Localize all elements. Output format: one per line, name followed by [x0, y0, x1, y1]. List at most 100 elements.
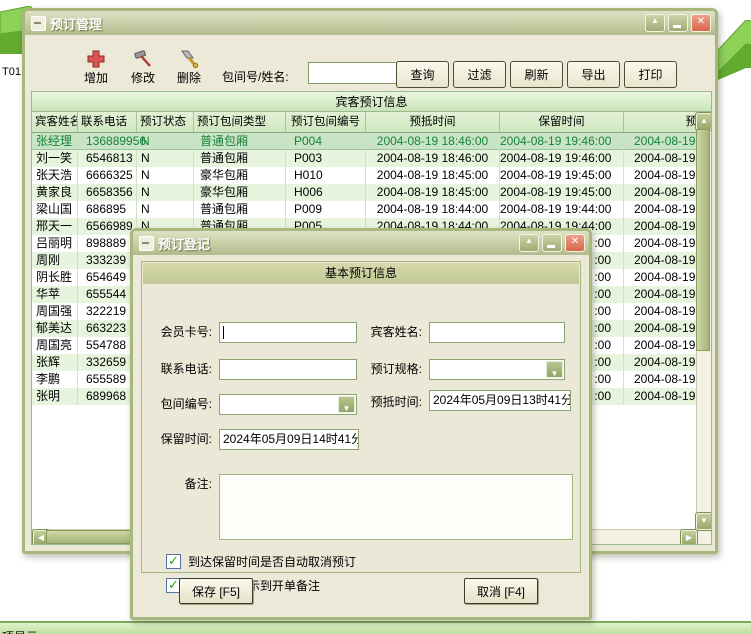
close-button[interactable]: [691, 14, 711, 32]
taskbar[interactable]: 项显示: [0, 621, 751, 634]
desktop-icon-label[interactable]: T01: [2, 66, 21, 78]
cell-arrive: 2004-08-19 18:46:00: [366, 150, 500, 167]
save-button[interactable]: 保存 [F5]: [179, 578, 253, 604]
vertical-scrollbar-thumb[interactable]: [696, 129, 710, 351]
modify-label: 修改: [131, 71, 155, 85]
cell-arrive: 2004-08-19 18:44:00: [366, 201, 500, 218]
cell-type: 豪华包厢: [194, 167, 286, 184]
main-titlebar[interactable]: 预订管理: [25, 11, 715, 35]
hammer-icon: [133, 49, 153, 69]
dialog-titlebar[interactable]: 预订登记: [133, 231, 589, 255]
table-row[interactable]: 黄家良6658356N豪华包厢H0062004-08-19 18:45:0020…: [32, 184, 712, 201]
member-card-field[interactable]: [219, 322, 357, 343]
guest-name-label: 宾客姓名:: [360, 322, 422, 343]
cell-phone: 6566989: [78, 218, 137, 235]
col-header-arrive-time[interactable]: 预抵时间: [366, 112, 500, 132]
col-header-guest-name[interactable]: 宾客姓名: [32, 112, 78, 132]
cancel-button[interactable]: 取消 [F4]: [464, 578, 538, 604]
auto-cancel-checkbox[interactable]: [166, 554, 181, 569]
hold-time-field[interactable]: 2024年05月09日14时41分: [219, 429, 359, 450]
cell-hold: 2004-08-19 19:45:00: [500, 167, 624, 184]
print-button[interactable]: 打印: [624, 61, 677, 88]
cell-phone: 6658356: [78, 184, 137, 201]
cell-name: 吕丽明: [32, 235, 78, 252]
window-system-icon[interactable]: [31, 16, 46, 31]
remark-textarea[interactable]: [219, 474, 573, 540]
delete-label: 删除: [177, 71, 201, 85]
cell-name: 华苹: [32, 286, 78, 303]
room-no-label: 包间编号:: [150, 394, 212, 415]
cell-name: 周刚: [32, 252, 78, 269]
modify-tool[interactable]: 修改: [120, 49, 166, 87]
scroll-right-button[interactable]: [681, 530, 697, 545]
cell-room: H006: [286, 184, 366, 201]
room-no-select[interactable]: [219, 394, 357, 415]
desktop-arrow-icon-right[interactable]: [718, 20, 751, 94]
cell-room: P009: [286, 201, 366, 218]
filter-button[interactable]: 过滤: [453, 61, 506, 88]
cell-phone: 554788: [78, 337, 137, 354]
scroll-down-button[interactable]: [696, 513, 712, 530]
col-header-hold-time[interactable]: 保留时间: [500, 112, 624, 132]
taskbar-text: 项显示: [2, 628, 38, 634]
cell-room: H010: [286, 167, 366, 184]
col-header-phone[interactable]: 联系电话: [78, 112, 137, 132]
cell-status: N: [137, 150, 194, 167]
col-header-room-type[interactable]: 预订包间类型: [194, 112, 286, 132]
arrive-time-field[interactable]: 2024年05月09日13时41分: [429, 390, 571, 411]
auto-cancel-checkbox-row[interactable]: 到达保留时间是否自动取消预订: [166, 553, 356, 570]
cell-phone: 689968: [78, 388, 137, 405]
cell-name: 黄家良: [32, 184, 78, 201]
table-row[interactable]: 张天浩6666325N豪华包厢H0102004-08-19 18:45:0020…: [32, 167, 712, 184]
minimize-button[interactable]: [668, 14, 688, 32]
add-tool[interactable]: 增加: [73, 49, 119, 87]
table-row[interactable]: 梁山国686895N普通包厢P0092004-08-19 18:44:00200…: [32, 201, 712, 218]
dialog-minimize-button[interactable]: [542, 234, 562, 252]
remark-label: 备注:: [150, 474, 212, 495]
cell-arrive: 2004-08-19 18:46:00: [366, 133, 500, 150]
scroll-up-button[interactable]: [696, 113, 712, 130]
search-label: 包间号/姓名:: [222, 68, 289, 85]
cell-name: 周国强: [32, 303, 78, 320]
spec-label: 预订规格:: [360, 359, 422, 380]
cell-phone: 322219: [78, 303, 137, 320]
text-caret: [223, 326, 224, 339]
cell-hold: 2004-08-19 19:46:00: [500, 133, 624, 150]
chevron-down-icon[interactable]: [338, 396, 355, 413]
saw-icon: [179, 49, 199, 69]
add-icon: [87, 49, 105, 69]
cell-name: 梁山国: [32, 201, 78, 218]
dialog-maximize-button[interactable]: [519, 234, 539, 252]
spec-select[interactable]: [429, 359, 565, 380]
cell-status: N: [137, 167, 194, 184]
cell-hold: 2004-08-19 19:45:00: [500, 184, 624, 201]
guest-name-field[interactable]: [429, 322, 565, 343]
delete-tool[interactable]: 删除: [166, 49, 212, 87]
contact-phone-field[interactable]: [219, 359, 357, 380]
export-button[interactable]: 导出: [567, 61, 620, 88]
cell-phone: 333239: [78, 252, 137, 269]
cell-room: P003: [286, 150, 366, 167]
dialog-system-icon[interactable]: [139, 236, 154, 251]
reservation-register-dialog: 预订登记 基本预订信息 会员卡号: 宾客姓名: 联系电话: 预订规格: 包间编号…: [130, 228, 592, 620]
refresh-button[interactable]: 刷新: [510, 61, 563, 88]
chevron-down-icon[interactable]: [546, 361, 563, 378]
table-banner: 宾客预订信息: [31, 91, 712, 113]
cell-name: 邢天一: [32, 218, 78, 235]
window-title: 预订管理: [50, 14, 645, 33]
auto-cancel-label: 到达保留时间是否自动取消预订: [188, 553, 356, 570]
cell-type: 普通包厢: [194, 133, 286, 150]
section-title: 基本预订信息: [143, 263, 579, 284]
cell-type: 豪华包厢: [194, 184, 286, 201]
dialog-close-button[interactable]: [565, 234, 585, 252]
table-row[interactable]: 张经理136889956N普通包厢P0042004-08-19 18:46:00…: [32, 133, 712, 150]
maximize-button[interactable]: [645, 14, 665, 32]
cell-type: 普通包厢: [194, 150, 286, 167]
cell-phone: 6666325: [78, 167, 137, 184]
col-header-room-no[interactable]: 预订包间编号: [286, 112, 366, 132]
col-header-status[interactable]: 预订状态: [137, 112, 194, 132]
table-row[interactable]: 刘一笑6546813N普通包厢P0032004-08-19 18:46:0020…: [32, 150, 712, 167]
arrive-time-label: 预抵时间:: [360, 392, 422, 413]
query-button[interactable]: 查询: [396, 61, 449, 88]
contact-phone-label: 联系电话:: [150, 359, 212, 380]
